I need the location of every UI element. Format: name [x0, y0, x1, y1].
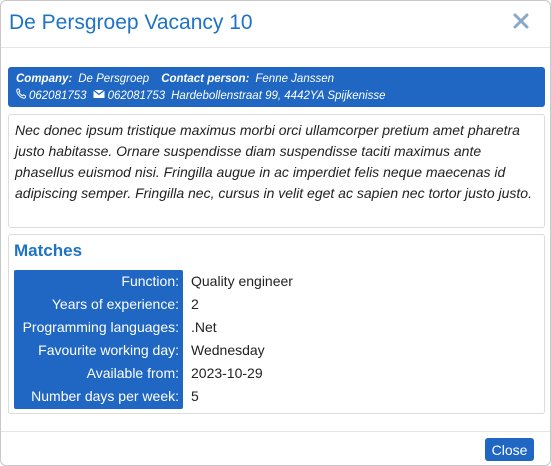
company-label: Company: — [16, 73, 73, 85]
fax-number: 062081753 — [107, 90, 166, 102]
vacancy-modal: De Persgroep Vacancy 10 Company: De Pers… — [0, 0, 551, 466]
close-button[interactable]: Close — [485, 438, 534, 461]
match-value-languages: .Net — [191, 319, 217, 335]
company-info-bar: Company: De Persgroep Contact person: Fe… — [8, 67, 545, 107]
address: Hardebollenstraat 99, 4442YA Spijkenisse — [171, 90, 386, 102]
contact-label: Contact person: — [161, 73, 250, 85]
match-value-experience: 2 — [191, 296, 199, 312]
match-label-working-day: Favourite working day: — [38, 342, 179, 358]
match-label-languages: Programming languages: — [22, 319, 179, 335]
match-label-available: Available from: — [86, 365, 179, 381]
modal-title: De Persgroep Vacancy 10 — [9, 11, 253, 34]
match-label-experience: Years of experience: — [51, 296, 179, 312]
phone-number: 062081753 — [29, 90, 87, 102]
modal-header: De Persgroep Vacancy 10 — [1, 1, 550, 48]
match-label-function: Function: — [121, 273, 179, 289]
modal-footer: Close — [1, 431, 550, 465]
contact-name: Fenne Janssen — [255, 73, 335, 85]
vacancy-description: Nec donec ipsum tristique maximus morbi … — [8, 114, 545, 228]
close-x-icon[interactable] — [512, 10, 530, 32]
matches-label-column: Function: Years of experience: Programmi… — [14, 270, 183, 409]
company-name: De Persgroep — [78, 73, 150, 85]
match-value-working-day: Wednesday — [191, 342, 265, 358]
matches-panel: Matches Function: Years of experience: P… — [8, 234, 545, 414]
match-label-days-per-week: Number days per week: — [31, 388, 179, 404]
match-value-available: 2023-10-29 — [191, 365, 263, 381]
match-value-days-per-week: 5 — [191, 388, 199, 404]
match-value-function: Quality engineer — [191, 273, 293, 289]
phone-icon — [16, 88, 26, 105]
matches-title: Matches — [14, 241, 83, 260]
envelope-icon — [92, 88, 105, 105]
